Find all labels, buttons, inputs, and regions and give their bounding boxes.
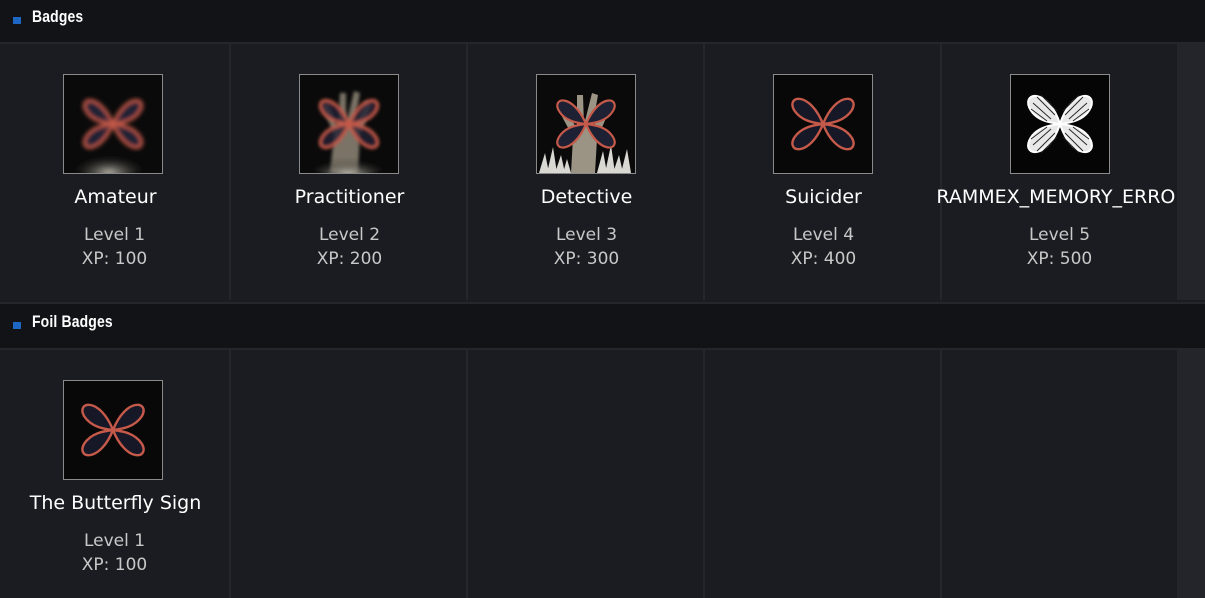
badges-section-header: Badges	[0, 0, 1205, 44]
scroll-gutter	[1177, 350, 1205, 598]
butterfly-badge-icon-blurred	[63, 74, 163, 174]
badge-xp: XP: 200	[316, 249, 383, 269]
badge-card[interactable]: Detective Level 3 XP: 300	[468, 44, 705, 300]
badge-level: Level 4	[792, 225, 855, 245]
badge-name: Detective	[540, 186, 633, 208]
badge-level: Level 5	[1028, 225, 1091, 245]
badge-level: Level 1	[83, 225, 146, 245]
butterfly-hand-crystals-badge-icon	[536, 74, 636, 174]
badge-xp: XP: 100	[81, 555, 148, 575]
badge-name: RAMMEX_MEMORY_ERROR	[936, 186, 1189, 208]
section-title: Foil Badges	[32, 312, 113, 331]
badge-card[interactable]: Suicider Level 4 XP: 400	[705, 44, 942, 300]
badges-grid: Amateur Level 1 XP: 100 Practitioner Lev…	[0, 44, 1205, 300]
badge-card[interactable]: RAMMEX_MEMORY_ERROR Level 5 XP: 500	[936, 44, 1189, 300]
badge-level: Level 3	[555, 225, 618, 245]
scroll-gutter	[1177, 44, 1205, 300]
section-bullet-icon	[13, 322, 21, 329]
foil-badges-grid: The Butterfly Sign Level 1 XP: 100	[0, 350, 1205, 598]
foil-badges-section-header: Foil Badges	[0, 302, 1205, 350]
white-butterfly-badge-icon	[1010, 74, 1110, 174]
empty-badge-slot	[942, 350, 1177, 598]
empty-badge-slot	[705, 350, 942, 598]
section-title: Badges	[32, 7, 84, 26]
badge-xp: XP: 500	[1026, 249, 1093, 269]
badge-xp: XP: 300	[553, 249, 620, 269]
badge-xp: XP: 400	[790, 249, 857, 269]
badge-name: Suicider	[785, 186, 862, 208]
butterfly-hand-badge-icon	[299, 74, 399, 174]
badge-name: The Butterfly Sign	[29, 492, 202, 514]
badge-card[interactable]: Practitioner Level 2 XP: 200	[231, 44, 468, 300]
butterfly-badge-icon	[773, 74, 873, 174]
badge-name: Practitioner	[294, 186, 405, 208]
badge-level: Level 2	[318, 225, 381, 245]
empty-badge-slot	[468, 350, 705, 598]
empty-badge-slot	[231, 350, 468, 598]
section-bullet-icon	[13, 17, 21, 24]
badge-xp: XP: 100	[81, 249, 148, 269]
badge-card[interactable]: Amateur Level 1 XP: 100	[0, 44, 231, 300]
badge-level: Level 1	[83, 531, 146, 551]
foil-butterfly-badge-icon	[63, 380, 163, 480]
badge-card[interactable]: The Butterfly Sign Level 1 XP: 100	[0, 350, 231, 598]
